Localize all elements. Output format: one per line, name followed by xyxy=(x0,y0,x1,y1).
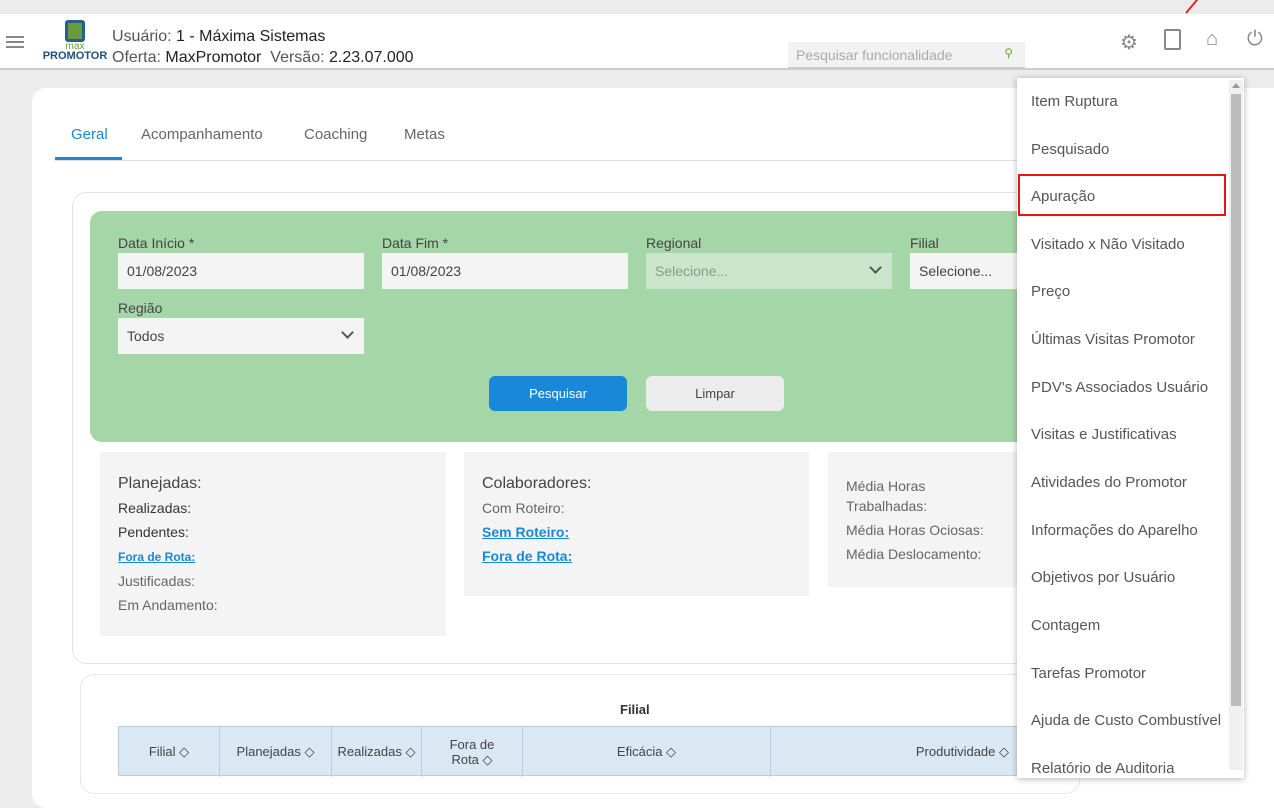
table-title: Filial xyxy=(620,702,650,717)
menu-item-visitado-x-nao-visitado[interactable]: Visitado x Não Visitado xyxy=(1031,236,1185,253)
home-icon[interactable]: ⌂ xyxy=(1206,28,1218,51)
collaborators-stats: Colaboradores: Com Roteiro: Sem Roteiro:… xyxy=(464,452,809,596)
com-roteiro-label: Com Roteiro: xyxy=(482,500,565,516)
scrollbar-thumb[interactable] xyxy=(1231,94,1241,706)
logo-text: PROMOTOR xyxy=(42,50,108,62)
fora-de-rota-link[interactable]: Fora de Rota: xyxy=(118,550,195,564)
realizadas-label: Realizadas: xyxy=(118,500,192,516)
menu-item-pdvs-associados[interactable]: PDV's Associados Usuário xyxy=(1031,379,1208,396)
version-value: 2.23.07.000 xyxy=(329,49,414,66)
user-label: Usuário: xyxy=(112,28,172,45)
header: max PROMOTOR Usuário: 1 - Máxima Sistemas… xyxy=(0,14,1274,70)
column-header-produtividade[interactable]: Produtividade ◇ xyxy=(771,727,1039,777)
menu-item-pesquisado[interactable]: Pesquisado xyxy=(1031,141,1109,158)
data-fim-label: Data Fim * xyxy=(382,235,449,251)
regiao-select[interactable]: Todos xyxy=(118,318,364,354)
hamburger-menu-icon[interactable] xyxy=(6,36,24,48)
offer-value: MaxPromotor xyxy=(165,49,262,66)
colaboradores-label: Colaboradores: xyxy=(482,475,592,492)
menu-item-ultimas-visitas[interactable]: Últimas Visitas Promotor xyxy=(1031,331,1195,348)
version-label: Versão: xyxy=(270,49,325,66)
menu-item-objetivos-usuario[interactable]: Objetivos por Usuário xyxy=(1031,569,1175,586)
menu-item-tarefas-promotor[interactable]: Tarefas Promotor xyxy=(1031,665,1146,682)
em-andamento-label: Em Andamento: xyxy=(118,597,218,613)
column-header-filial[interactable]: Filial ◇ xyxy=(119,727,220,777)
visits-stats: Planejadas: Realizadas: Pendentes: Fora … xyxy=(100,452,446,636)
menu-item-informacoes-aparelho[interactable]: Informações do Aparelho xyxy=(1031,522,1198,539)
menu-item-item-ruptura[interactable]: Item Ruptura xyxy=(1031,93,1118,110)
top-strip xyxy=(0,0,1274,14)
data-fim-input[interactable]: 01/08/2023 xyxy=(382,253,628,289)
chevron-down-icon xyxy=(341,326,354,339)
logo: max PROMOTOR xyxy=(42,20,108,68)
regiao-value: Todos xyxy=(127,328,165,344)
active-tab-indicator xyxy=(55,157,122,160)
tab-coaching[interactable]: Coaching xyxy=(304,126,367,143)
column-header-realizadas[interactable]: Realizadas ◇ xyxy=(332,727,422,777)
filial-label: Filial xyxy=(910,235,939,251)
chevron-down-icon xyxy=(869,261,882,274)
tab-metas[interactable]: Metas xyxy=(404,126,445,143)
menu-item-preco[interactable]: Preço xyxy=(1031,283,1070,300)
pendentes-label: Pendentes: xyxy=(118,524,189,540)
menu-item-atividades-promotor[interactable]: Atividades do Promotor xyxy=(1031,474,1187,491)
column-header-fora-de-rota[interactable]: Fora de Rota ◇ xyxy=(422,727,523,777)
tab-acompanhamento[interactable]: Acompanhamento xyxy=(141,126,263,143)
scroll-up-icon[interactable] xyxy=(1232,83,1240,88)
media-deslocamento-label: Média Deslocamento: xyxy=(846,546,982,562)
search-input[interactable]: Pesquisar funcionalidade ⚲ xyxy=(788,42,1025,68)
regional-value: Selecione... xyxy=(655,263,729,279)
justificadas-label: Justificadas: xyxy=(118,573,196,589)
tab-geral[interactable]: Geral xyxy=(71,126,108,143)
media-ociosas-label: Média Horas Ociosas: xyxy=(846,522,984,538)
column-header-planejadas[interactable]: Planejadas ◇ xyxy=(220,727,332,777)
data-inicio-label: Data Início * xyxy=(118,235,195,251)
filial-value: Selecione... xyxy=(919,263,993,279)
dropdown-scrollbar[interactable] xyxy=(1229,80,1243,770)
planejadas-label: Planejadas: xyxy=(118,475,202,492)
regional-label: Regional xyxy=(646,235,702,251)
tabs: Geral Acompanhamento Coaching Metas xyxy=(55,116,1055,161)
regiao-label: Região xyxy=(118,300,163,316)
search-icon[interactable]: ⚲ xyxy=(1004,46,1013,60)
user-value: 1 - Máxima Sistemas xyxy=(176,28,326,45)
reports-icon[interactable] xyxy=(1164,29,1181,50)
media-horas-label: Média Horas Trabalhadas: xyxy=(846,478,928,514)
power-icon[interactable]: ⏻ xyxy=(1247,28,1263,51)
menu-item-visitas-justificativas[interactable]: Visitas e Justificativas xyxy=(1031,426,1177,443)
column-header-eficacia[interactable]: Eficácia ◇ xyxy=(523,727,771,777)
settings-gears-icon[interactable]: ⚙ xyxy=(1120,30,1138,55)
highlight-box xyxy=(1018,174,1226,216)
menu-item-ajuda-custo-combustivel[interactable]: Ajuda de Custo Combustível xyxy=(1031,712,1221,729)
regional-select[interactable]: Selecione... xyxy=(646,253,892,289)
search-placeholder: Pesquisar funcionalidade xyxy=(796,47,953,63)
fora-de-rota-link[interactable]: Fora de Rota: xyxy=(482,548,572,564)
filial-select[interactable]: Selecione... xyxy=(910,253,1020,289)
offer-label: Oferta: xyxy=(112,49,161,66)
sem-roteiro-link[interactable]: Sem Roteiro: xyxy=(482,524,569,540)
pesquisar-button[interactable]: Pesquisar xyxy=(489,376,627,411)
limpar-button[interactable]: Limpar xyxy=(646,376,784,411)
data-inicio-input[interactable]: 01/08/2023 xyxy=(118,253,364,289)
menu-item-contagem[interactable]: Contagem xyxy=(1031,617,1100,634)
hours-stats: Média Horas Trabalhadas: Média Horas Oci… xyxy=(828,452,1028,587)
session-info: Usuário: 1 - Máxima Sistemas Oferta: Max… xyxy=(112,26,414,68)
